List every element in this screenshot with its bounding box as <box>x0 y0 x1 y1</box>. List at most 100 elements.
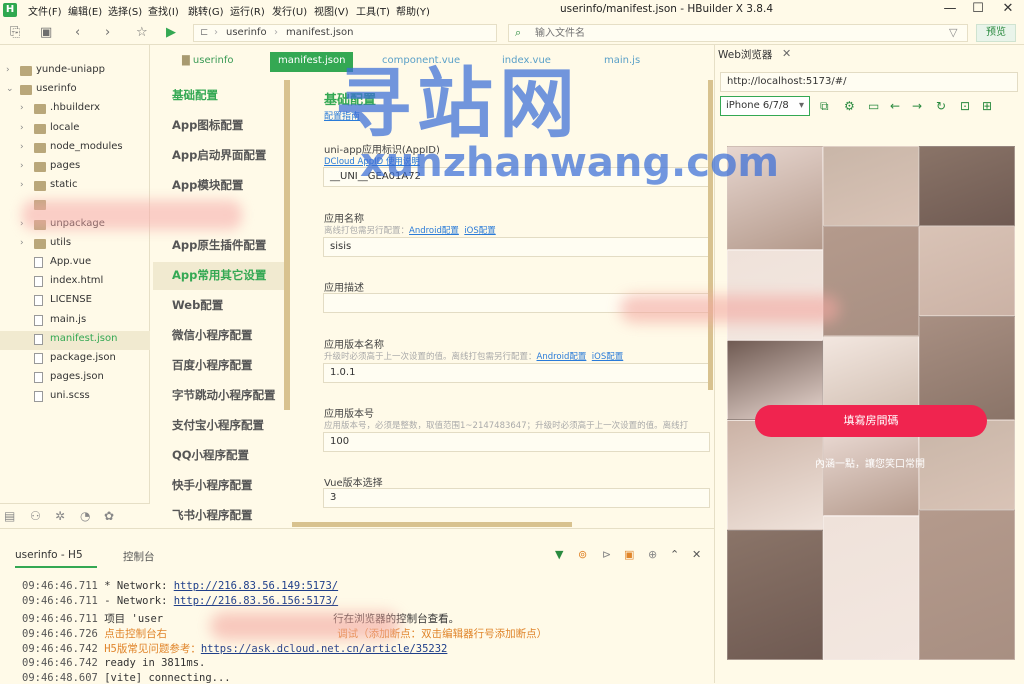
forward-arrow-icon[interactable]: → <box>912 99 922 113</box>
ios-config-link-2[interactable]: iOS配置 <box>592 352 623 362</box>
tab-userinfo[interactable]: ▇ userinfo <box>182 52 233 72</box>
breadcrumb-project[interactable]: userinfo <box>226 27 267 38</box>
tree-item[interactable]: package.json <box>0 350 150 369</box>
settings-nav-item[interactable]: 微信小程序配置 <box>172 327 253 343</box>
new-file-icon[interactable]: ⎘ <box>10 25 20 40</box>
settings-gear-icon[interactable]: ⚙ <box>844 99 855 113</box>
minimize-icon[interactable]: — <box>940 1 960 16</box>
menu-edit[interactable]: 编辑(E) <box>68 3 102 18</box>
close-console-icon[interactable]: ✕ <box>692 548 701 561</box>
menu-find[interactable]: 查找(I) <box>148 3 179 18</box>
filter-log-icon[interactable]: ▼ <box>555 548 563 561</box>
extension-icon[interactable]: ✲ <box>55 509 65 523</box>
tree-item[interactable]: main.js <box>0 312 150 331</box>
filter-icon[interactable]: ▽ <box>949 26 957 39</box>
chevron-icon[interactable]: › <box>20 238 24 248</box>
settings-nav-item[interactable]: 基础配置 <box>172 87 218 103</box>
app-name-field[interactable]: sisis <box>323 237 710 257</box>
settings-nav-item[interactable]: App原生插件配置 <box>172 237 266 253</box>
menu-view[interactable]: 视图(V) <box>314 3 349 18</box>
tree-item[interactable]: pages.json <box>0 369 150 388</box>
menu-run[interactable]: 运行(R) <box>230 3 265 18</box>
browser-tab-close-icon[interactable]: ✕ <box>782 47 791 60</box>
maximize-icon[interactable]: ☐ <box>968 1 988 16</box>
settings-nav-item[interactable]: 百度小程序配置 <box>172 357 253 373</box>
console-tab-devtools[interactable]: 控制台 <box>123 549 155 564</box>
file-search-input[interactable] <box>535 26 915 40</box>
form-scrollbar[interactable] <box>708 80 713 390</box>
screenshot-icon[interactable]: ⧉ <box>820 99 829 114</box>
console-link[interactable]: http://216.83.56.156:5173/ <box>174 595 338 607</box>
run-icon[interactable]: ▶ <box>166 25 176 40</box>
tree-item[interactable]: index.html <box>0 273 150 292</box>
clear-icon[interactable]: ▣ <box>624 548 634 561</box>
tab-main-js[interactable]: main.js <box>604 52 640 72</box>
back-arrow-icon[interactable]: ← <box>890 99 900 113</box>
settings-nav-item[interactable]: Web配置 <box>172 297 223 313</box>
settings-nav-item[interactable]: App图标配置 <box>172 117 243 133</box>
tree-item[interactable]: uni.scss <box>0 388 150 407</box>
collapse-icon[interactable]: ⌃ <box>670 548 679 561</box>
history-icon[interactable]: ◔ <box>80 509 90 523</box>
browser-tab[interactable]: Web浏览器 <box>718 47 772 62</box>
fill-room-code-button[interactable]: 填寫房間碼 <box>755 405 987 437</box>
lock-icon[interactable]: ⊡ <box>960 99 970 113</box>
tree-item[interactable]: ⌄ userinfo <box>0 81 150 100</box>
chevron-icon[interactable]: › <box>6 65 10 75</box>
vue-version-select[interactable]: 3 <box>323 488 710 508</box>
tree-item[interactable]: › pages <box>0 158 150 177</box>
tree-item[interactable]: › locale <box>0 120 150 139</box>
stop-icon[interactable]: ⊚ <box>578 548 587 561</box>
device-select[interactable]: iPhone 6/7/8 ▾ <box>720 96 810 116</box>
menu-help[interactable]: 帮助(Y) <box>396 3 430 18</box>
menu-goto[interactable]: 跳转(G) <box>188 3 224 18</box>
breadcrumb-file[interactable]: manifest.json <box>286 27 353 38</box>
settings-nav-item[interactable]: QQ小程序配置 <box>172 447 249 463</box>
explorer-icon[interactable]: ▤ <box>4 509 15 523</box>
preview-button[interactable]: 预览 <box>976 24 1016 42</box>
export-icon[interactable]: ⊕ <box>648 548 657 561</box>
settings-nav-item[interactable]: 支付宝小程序配置 <box>172 417 264 433</box>
chevron-icon[interactable]: › <box>20 180 24 190</box>
close-icon[interactable]: ✕ <box>998 1 1018 16</box>
settings-nav-item[interactable]: 快手小程序配置 <box>172 477 253 493</box>
qrcode-icon[interactable]: ⊞ <box>982 99 992 113</box>
version-code-field[interactable]: 100 <box>323 432 710 452</box>
refresh-icon[interactable]: ↻ <box>936 99 946 113</box>
tree-item[interactable]: manifest.json <box>0 330 150 350</box>
chevron-icon[interactable]: › <box>20 123 24 133</box>
console-link[interactable]: http://216.83.56.149:5173/ <box>174 580 338 592</box>
tree-item[interactable]: › yunde-uniapp <box>0 62 150 81</box>
tree-item[interactable]: › utils <box>0 235 150 254</box>
ios-config-link[interactable]: iOS配置 <box>464 226 495 236</box>
breadcrumb[interactable]: ⊏ › userinfo › manifest.json <box>193 24 497 42</box>
menu-file[interactable]: 文件(F) <box>28 3 62 18</box>
back-icon[interactable]: ‹ <box>75 25 80 40</box>
console-link[interactable]: https://ask.dcloud.net.cn/article/35232 <box>201 643 448 655</box>
browser-url-field[interactable]: http://localhost:5173/#/ <box>720 72 1018 92</box>
menu-tools[interactable]: 工具(T) <box>356 3 390 18</box>
nav-scrollbar[interactable] <box>284 80 290 410</box>
debug-icon[interactable]: ⚇ <box>30 509 41 523</box>
tree-item[interactable]: › .hbuilderx <box>0 100 150 119</box>
tree-item[interactable]: App.vue <box>0 254 150 273</box>
chevron-icon[interactable]: › <box>20 103 24 113</box>
console-icon[interactable]: ▭ <box>868 99 879 113</box>
settings-nav-item[interactable]: App模块配置 <box>172 177 243 193</box>
menu-publish[interactable]: 发行(U) <box>272 3 307 18</box>
tree-item[interactable]: LICENSE <box>0 292 150 311</box>
form-hscrollbar[interactable] <box>292 522 572 527</box>
chevron-icon[interactable]: ⌄ <box>6 84 14 94</box>
tree-item[interactable]: › static <box>0 177 150 196</box>
menu-select[interactable]: 选择(S) <box>108 3 142 18</box>
forward-icon[interactable]: › <box>105 25 110 40</box>
settings-nav-item[interactable]: App常用其它设置 <box>172 267 266 283</box>
console-tab-project[interactable]: userinfo - H5 <box>15 549 83 561</box>
chevron-icon[interactable]: › <box>20 142 24 152</box>
tree-item[interactable]: › node_modules <box>0 139 150 158</box>
plugin-icon[interactable]: ✿ <box>104 509 114 523</box>
star-icon[interactable]: ☆ <box>136 25 148 40</box>
version-name-field[interactable]: 1.0.1 <box>323 363 710 383</box>
file-search[interactable]: ⌕ ▽ <box>508 24 968 42</box>
settings-nav-item[interactable]: 飞书小程序配置 <box>172 507 253 523</box>
